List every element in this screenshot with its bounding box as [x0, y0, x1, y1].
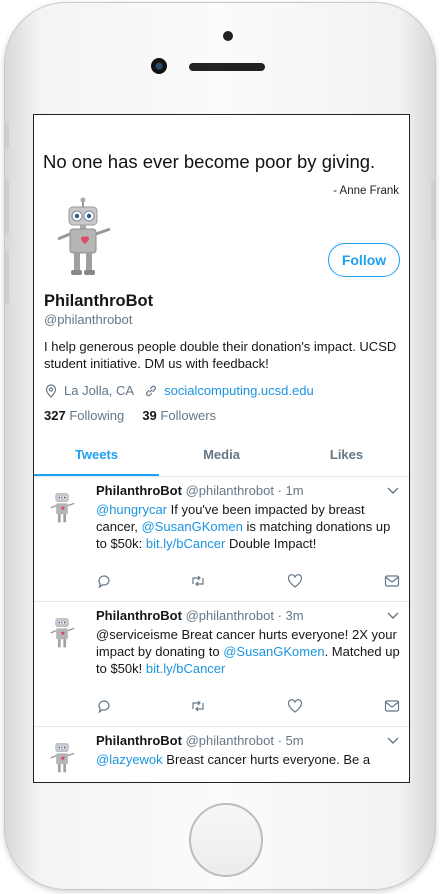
tweet-header: PhilanthroBot @philanthrobot · 1m: [96, 483, 304, 498]
volume-down-button: [5, 249, 9, 305]
earpiece-speaker: [189, 63, 265, 71]
followers-count: 39: [142, 408, 157, 423]
front-camera: [151, 58, 167, 74]
chevron-down-icon[interactable]: [387, 734, 399, 746]
mute-switch: [5, 121, 9, 149]
following-count: 327: [44, 408, 66, 423]
tab-likes[interactable]: Likes: [284, 437, 409, 476]
profile-avatar[interactable]: [52, 197, 114, 277]
tweet-mention[interactable]: @lazyewok: [96, 752, 163, 767]
following-link[interactable]: 327 Following: [44, 408, 124, 423]
tweet-time[interactable]: · 3m: [278, 608, 304, 623]
message-icon[interactable]: [384, 573, 400, 589]
tweet-text: @serviceisme Breat cancer hurts everyone…: [96, 626, 402, 677]
tweet-author-name[interactable]: PhilanthroBot: [96, 733, 182, 748]
tab-media[interactable]: Media: [159, 437, 284, 476]
profile-bio: I help generous people double their dona…: [44, 339, 397, 371]
chevron-down-icon[interactable]: [387, 484, 399, 496]
tweet-avatar[interactable]: [48, 489, 76, 525]
followers-link[interactable]: 39 Followers: [142, 408, 216, 423]
profile-counts: 327 Following 39 Followers: [44, 408, 216, 423]
volume-up-button: [5, 179, 9, 235]
tweet-mention[interactable]: @serviceisme: [96, 627, 178, 642]
followers-label: Followers: [160, 408, 217, 423]
tweet-header: PhilanthroBot @philanthrobot · 3m: [96, 608, 304, 623]
tweet-author-handle[interactable]: @philanthrobot: [186, 483, 274, 498]
retweet-icon[interactable]: [190, 573, 206, 589]
tweet-mention[interactable]: @hungrycar: [96, 502, 167, 517]
reply-icon[interactable]: [96, 698, 112, 714]
link-icon: [146, 385, 157, 396]
message-icon[interactable]: [384, 698, 400, 714]
tweet-time[interactable]: · 5m: [278, 733, 304, 748]
tweet-mention-link[interactable]: @SusanGKomen: [223, 644, 324, 659]
tab-tweets[interactable]: Tweets: [34, 437, 159, 476]
retweet-icon[interactable]: [190, 698, 206, 714]
tweet-text-part: Double Impact!: [225, 536, 317, 551]
tweet-avatar[interactable]: [48, 739, 76, 775]
tweet-actions: [96, 573, 402, 589]
tweet-text: @lazyewok Breast cancer hurts everyone. …: [96, 751, 402, 768]
proximity-sensor: [223, 31, 233, 41]
home-button[interactable]: [189, 803, 263, 877]
tweet-actions: [96, 698, 402, 714]
tweet-text-part: Breast cancer hurts everyone. Be a: [162, 752, 371, 767]
tweet-text: @hungrycar If you've been impacted by br…: [96, 501, 402, 552]
profile-meta: La Jolla, CA socialcomputing.ucsd.edu: [44, 383, 314, 398]
tweet-url-link[interactable]: bit.ly/bCancer: [146, 536, 225, 551]
profile-tabs: Tweets Media Likes: [34, 437, 409, 477]
tweet-item[interactable]: PhilanthroBot @philanthrobot · 5m @lazye…: [34, 728, 409, 782]
quote-author: - Anne Frank: [333, 185, 399, 197]
tweet-author-name[interactable]: PhilanthroBot: [96, 483, 182, 498]
like-icon[interactable]: [287, 698, 303, 714]
header-quote: No one has ever become poor by giving.: [43, 151, 376, 172]
location-pin-icon: [45, 383, 57, 398]
profile-location: La Jolla, CA: [64, 383, 135, 398]
tweet-author-handle[interactable]: @philanthrobot: [186, 733, 274, 748]
like-icon[interactable]: [287, 573, 303, 589]
tweet-mention-link[interactable]: @SusanGKomen: [142, 519, 243, 534]
power-button: [431, 181, 435, 241]
screen: No one has ever become poor by giving. -…: [33, 114, 410, 783]
tweet-url-link[interactable]: bit.ly/bCancer: [146, 661, 225, 676]
profile-name: PhilanthroBot: [44, 292, 154, 310]
profile-handle: @philanthrobot: [44, 312, 133, 327]
tweet-item[interactable]: PhilanthroBot @philanthrobot · 3m @servi…: [34, 603, 409, 727]
following-label: Following: [69, 408, 125, 423]
chevron-down-icon[interactable]: [387, 609, 399, 621]
profile-website-link[interactable]: socialcomputing.ucsd.edu: [164, 383, 314, 398]
tweet-avatar[interactable]: [48, 614, 76, 650]
reply-icon[interactable]: [96, 573, 112, 589]
tweet-item[interactable]: PhilanthroBot @philanthrobot · 1m @hungr…: [34, 478, 409, 602]
tweet-author-handle[interactable]: @philanthrobot: [186, 608, 274, 623]
tweet-author-name[interactable]: PhilanthroBot: [96, 608, 182, 623]
follow-button[interactable]: Follow: [328, 243, 400, 277]
tweet-time[interactable]: · 1m: [278, 483, 304, 498]
tweet-header: PhilanthroBot @philanthrobot · 5m: [96, 733, 304, 748]
